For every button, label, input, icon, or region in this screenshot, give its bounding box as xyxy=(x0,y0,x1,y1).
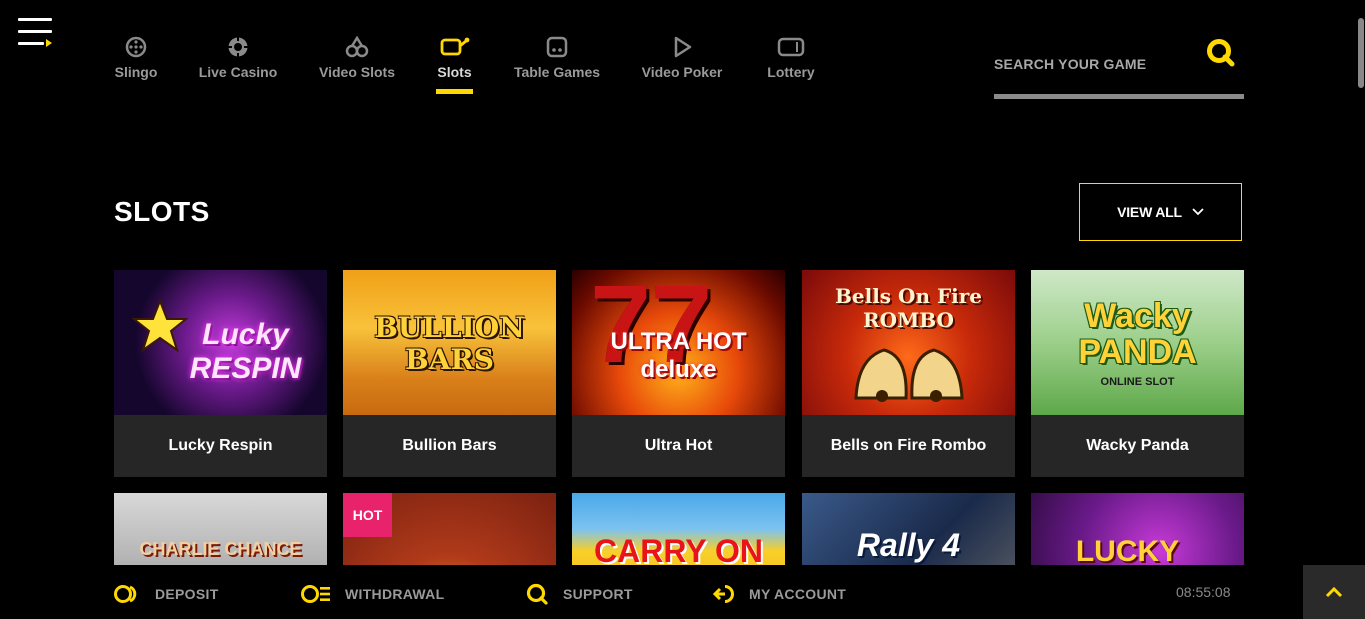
section-title: SLOTS xyxy=(114,196,210,227)
clock: 08:55:08 xyxy=(1176,584,1231,600)
game-name: Wacky Panda xyxy=(1031,415,1244,477)
active-tab-indicator xyxy=(436,89,473,94)
game-art-title: CHARLIE CHANCE xyxy=(139,539,302,559)
my-account-label: MY ACCOUNT xyxy=(749,586,847,602)
game-art-title: ULTRA HOT deluxe xyxy=(610,328,747,383)
nav-label: Live Casino xyxy=(198,64,278,80)
game-art-title: Bells On Fire ROMBO xyxy=(834,284,983,332)
game-art-title: CARRY ON xyxy=(594,533,763,565)
game-art-title: LUCKY xyxy=(1075,535,1180,565)
search-box xyxy=(994,38,1244,100)
nav-item-slots[interactable]: Slots xyxy=(436,36,473,94)
game-tile-bells-on-fire-rombo[interactable]: Bells On Fire ROMBO Bells on Fire Rombo xyxy=(802,270,1015,477)
game-tile-rally-4[interactable]: Rally 4 xyxy=(802,493,1015,565)
nav-item-lottery[interactable]: Lottery xyxy=(764,36,818,80)
search-underline xyxy=(994,94,1244,99)
search-icon[interactable] xyxy=(1206,38,1236,68)
game-art-title: Wacky PANDA xyxy=(1078,297,1197,371)
support-icon xyxy=(526,583,548,605)
nav-item-video-slots[interactable]: Video Slots xyxy=(318,36,396,80)
withdrawal-label: WITHDRAWAL xyxy=(345,586,445,602)
video-slots-icon xyxy=(345,36,369,58)
game-thumbnail: LUCKY xyxy=(1031,493,1244,565)
nav-label: Lottery xyxy=(767,64,815,80)
slots-icon xyxy=(440,37,469,56)
game-name: Bells on Fire Rombo xyxy=(802,415,1015,477)
game-name: Ultra Hot xyxy=(572,415,785,477)
withdrawal-icon xyxy=(301,585,330,603)
support-link[interactable]: SUPPORT xyxy=(525,582,633,606)
game-art-subtitle: ONLINE SLOT xyxy=(1100,376,1175,388)
game-tile-hot-jester[interactable]: HOT xyxy=(343,493,556,565)
game-tile-lucky[interactable]: LUCKY xyxy=(1031,493,1244,565)
view-all-label: VIEW ALL xyxy=(1117,204,1182,220)
game-thumbnail: HOT xyxy=(343,493,556,565)
nav-label: Slingo xyxy=(114,64,158,80)
menu-icon[interactable] xyxy=(18,18,54,48)
game-tile-charlie-chance[interactable]: CHARLIE CHANCE xyxy=(114,493,327,565)
game-name: Lucky Respin xyxy=(114,415,327,477)
scroll-to-top-button[interactable] xyxy=(1303,565,1365,619)
nav-label: Slots xyxy=(437,64,472,80)
footer-bar: DEPOSIT WITHDRAWAL SUPPORT MY ACCOUNT 08… xyxy=(0,565,1365,619)
nav-item-table-games[interactable]: Table Games xyxy=(513,36,601,80)
deposit-label: DEPOSIT xyxy=(155,586,219,602)
table-games-icon xyxy=(546,36,568,58)
game-tile-carry-on[interactable]: CARRY ON xyxy=(572,493,785,565)
game-thumbnail: CARRY ON xyxy=(572,493,785,565)
game-thumbnail: Wacky PANDA ONLINE SLOT xyxy=(1031,270,1244,415)
my-account-link[interactable]: MY ACCOUNT xyxy=(713,582,846,606)
chevron-up-icon xyxy=(1325,586,1343,598)
hot-badge: HOT xyxy=(343,493,392,537)
game-tile-wacky-panda[interactable]: Wacky PANDA ONLINE SLOT Wacky Panda xyxy=(1031,270,1244,477)
lottery-icon xyxy=(777,37,805,57)
game-thumbnail: BULLION BARS xyxy=(343,270,556,415)
game-tile-lucky-respin[interactable]: Lucky RESPIN Lucky Respin xyxy=(114,270,327,477)
scrollbar-thumb[interactable] xyxy=(1358,18,1364,88)
account-login-icon xyxy=(713,585,734,603)
game-name: Bullion Bars xyxy=(343,415,556,477)
nav-label: Video Slots xyxy=(319,64,395,80)
game-thumbnail: Bells On Fire ROMBO xyxy=(802,270,1015,415)
game-thumbnail: CHARLIE CHANCE xyxy=(114,493,327,565)
nav-item-slingo[interactable]: Slingo xyxy=(114,36,158,80)
nav-label: Table Games xyxy=(513,64,601,80)
view-all-button[interactable]: VIEW ALL xyxy=(1079,183,1242,241)
scrollbar[interactable] xyxy=(1357,0,1365,565)
video-poker-icon xyxy=(674,36,692,58)
slingo-icon xyxy=(125,36,147,58)
game-thumbnail: Rally 4 xyxy=(802,493,1015,565)
deposit-link[interactable]: DEPOSIT xyxy=(113,582,219,606)
game-grid: Lucky RESPIN Lucky Respin BULLION BARS B… xyxy=(114,270,1244,565)
live-casino-icon xyxy=(228,37,248,57)
game-art-title: BULLION BARS xyxy=(374,311,525,376)
support-label: SUPPORT xyxy=(563,586,633,602)
game-art-title: Lucky RESPIN xyxy=(189,318,302,385)
nav-item-video-poker[interactable]: Video Poker xyxy=(640,36,724,80)
game-thumbnail: 77 ULTRA HOT deluxe xyxy=(572,270,785,415)
deposit-icon xyxy=(114,585,137,603)
chevron-down-icon xyxy=(1192,208,1204,216)
nav-label: Video Poker xyxy=(641,64,723,80)
bell-icon xyxy=(854,348,964,402)
withdrawal-link[interactable]: WITHDRAWAL xyxy=(301,582,444,606)
game-tile-ultra-hot[interactable]: 77 ULTRA HOT deluxe Ultra Hot xyxy=(572,270,785,477)
game-tile-bullion-bars[interactable]: BULLION BARS Bullion Bars xyxy=(343,270,556,477)
game-art-title: Rally 4 xyxy=(856,527,961,563)
search-input[interactable] xyxy=(994,52,1194,76)
nav-item-live-casino[interactable]: Live Casino xyxy=(198,36,278,80)
game-thumbnail: Lucky RESPIN xyxy=(114,270,327,415)
